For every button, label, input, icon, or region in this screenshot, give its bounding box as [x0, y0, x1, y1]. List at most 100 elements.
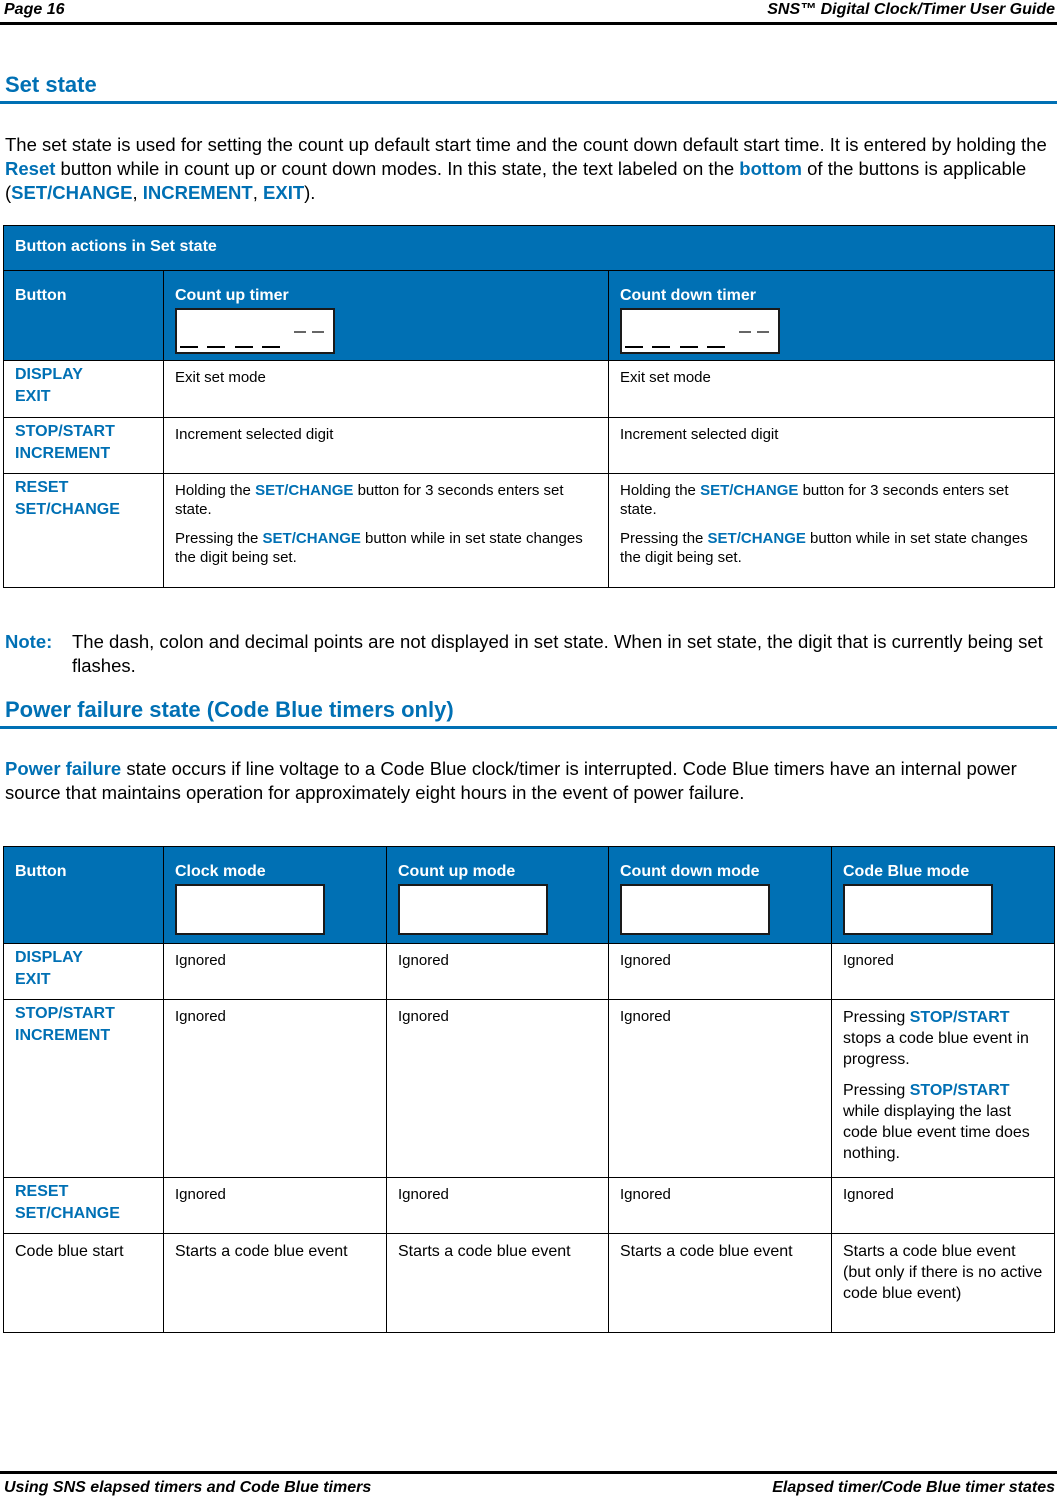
column-header-label: Clock mode	[175, 863, 266, 880]
clock-mode-cell: Ignored	[163, 943, 387, 1000]
button-name: SET/CHANGE	[15, 501, 120, 518]
button-name: RESET	[15, 479, 69, 496]
count-up-cell: Holding the SET/CHANGE button for 3 seco…	[163, 473, 609, 588]
count-up-cell: Increment selected digit	[163, 417, 609, 474]
count-down-mode-cell: Ignored	[608, 1177, 832, 1234]
code-blue-mode-cell: Ignored	[831, 1177, 1055, 1234]
keyword-set-change: SET/CHANGE	[700, 482, 799, 499]
page-number: Page 16	[4, 1, 65, 18]
page-footer: Using SNS elapsed timers and Code Blue t…	[0, 1471, 1057, 1499]
button-cell: Code blue start	[3, 1233, 164, 1333]
power-failure-intro: Power failure state occurs if line volta…	[5, 757, 1050, 805]
code-blue-mode-cell: Ignored	[831, 943, 1055, 1000]
column-header-label: Count down mode	[620, 863, 760, 880]
set-state-heading: Set state	[0, 72, 1057, 104]
text-run: The set state is used for setting the co…	[5, 134, 1047, 155]
button-cell: DISPLAY EXIT	[3, 943, 164, 1000]
button-name: INCREMENT	[15, 1027, 111, 1044]
table-row: Code blue start Starts a code blue event…	[3, 1233, 1055, 1333]
keyword-set-change: SET/CHANGE	[11, 182, 133, 203]
button-cell: RESET SET/CHANGE	[3, 1177, 164, 1234]
lcd-display-icon	[175, 884, 325, 935]
column-header-label: Code Blue mode	[843, 863, 970, 880]
cell-paragraph: Pressing STOP/START stops a code blue ev…	[843, 1007, 1044, 1070]
count-up-mode-cell: Ignored	[386, 1177, 609, 1234]
power-failure-table: Button Clock mode Count up mode Count do…	[3, 846, 1055, 1333]
button-name: SET/CHANGE	[15, 1205, 120, 1222]
column-header-clock-mode: Clock mode	[163, 846, 387, 944]
table-header-row: Button Count up timer Count down timer	[3, 270, 1056, 361]
count-down-cell: Increment selected digit	[607, 417, 1056, 474]
column-header-label: Count up timer	[175, 287, 289, 304]
lcd-display-icon	[175, 308, 335, 354]
guide-title: SNS™ Digital Clock/Timer User Guide	[767, 1, 1055, 18]
button-name: EXIT	[15, 971, 51, 988]
count-up-mode-cell: Ignored	[386, 999, 609, 1178]
lcd-display-icon	[620, 884, 770, 935]
count-down-mode-cell: Ignored	[608, 999, 832, 1178]
column-header-count-down-mode: Count down mode	[608, 846, 832, 944]
table-caption-row: Button actions in Set state	[2, 225, 1056, 271]
column-header-count-up-mode: Count up mode	[386, 846, 609, 944]
footer-chapter: Using SNS elapsed timers and Code Blue t…	[4, 1479, 372, 1496]
column-header-label: Count up mode	[398, 863, 516, 880]
table-header-row: Button Clock mode Count up mode Count do…	[3, 846, 1055, 944]
keyword-stop-start: STOP/START	[909, 1009, 1010, 1026]
text-run: Pressing	[843, 1009, 910, 1026]
column-header-count-down: Count down timer	[607, 270, 1056, 361]
column-header-count-up: Count up timer	[163, 270, 609, 361]
text-run: button while in count up or count down m…	[55, 158, 740, 179]
code-blue-mode-cell: Starts a code blue event (but only if th…	[831, 1233, 1055, 1333]
cell-paragraph: Pressing the SET/CHANGE button while in …	[175, 529, 598, 567]
table-row: STOP/START INCREMENT Increment selected d…	[3, 417, 1056, 474]
cell-paragraph: Pressing the SET/CHANGE button while in …	[620, 529, 1044, 567]
text-run: ,	[132, 182, 143, 203]
column-header-label: Count down timer	[620, 287, 756, 304]
keyword-stop-start: STOP/START	[909, 1082, 1010, 1099]
button-name: DISPLAY	[15, 949, 83, 966]
button-name: DISPLAY	[15, 366, 83, 383]
keyword-set-change: SET/CHANGE	[262, 530, 361, 547]
keyword-set-change: SET/CHANGE	[707, 530, 806, 547]
keyword-power-failure: Power failure	[5, 758, 122, 779]
power-failure-heading: Power failure state (Code Blue timers on…	[0, 697, 1057, 729]
count-down-cell: Holding the SET/CHANGE button for 3 seco…	[607, 473, 1056, 588]
text-run: while displaying the last code blue even…	[843, 1103, 1030, 1162]
note: Note: The dash, colon and decimal points…	[5, 630, 1050, 678]
table-row: DISPLAY EXIT Ignored Ignored Ignored Igno…	[3, 943, 1055, 1000]
lcd-display-icon	[398, 884, 548, 935]
cell-paragraph: Pressing STOP/START while displaying the…	[843, 1080, 1044, 1164]
button-cell: DISPLAY EXIT	[3, 360, 164, 418]
count-up-mode-cell: Ignored	[386, 943, 609, 1000]
code-blue-mode-cell: Pressing STOP/START stops a code blue ev…	[831, 999, 1055, 1178]
button-name: RESET	[15, 1183, 69, 1200]
button-cell: RESET SET/CHANGE	[3, 473, 164, 588]
count-up-cell: Exit set mode	[163, 360, 609, 418]
clock-mode-cell: Ignored	[163, 999, 387, 1178]
table-row: RESET SET/CHANGE Holding the SET/CHANGE b…	[3, 473, 1056, 588]
column-header-button: Button	[3, 846, 164, 944]
column-header-code-blue-mode: Code Blue mode	[831, 846, 1055, 944]
clock-mode-cell: Starts a code blue event	[163, 1233, 387, 1333]
table-row: DISPLAY EXIT Exit set mode Exit set mode	[3, 360, 1056, 418]
button-name: STOP/START	[15, 423, 115, 440]
cell-paragraph: Holding the SET/CHANGE button for 3 seco…	[175, 481, 598, 519]
button-name: EXIT	[15, 388, 51, 405]
count-down-mode-cell: Starts a code blue event	[608, 1233, 832, 1333]
button-name: INCREMENT	[15, 445, 111, 462]
note-text: The dash, colon and decimal points are n…	[72, 631, 1043, 676]
text-run: Holding the	[175, 482, 256, 499]
text-run: ).	[304, 182, 316, 203]
keyword-exit: EXIT	[263, 182, 305, 203]
keyword-increment: INCREMENT	[142, 182, 253, 203]
table-row: RESET SET/CHANGE Ignored Ignored Ignored …	[3, 1177, 1055, 1234]
button-cell: STOP/START INCREMENT	[3, 999, 164, 1178]
clock-mode-cell: Ignored	[163, 1177, 387, 1234]
footer-section: Elapsed timer/Code Blue timer states	[772, 1479, 1055, 1496]
count-down-mode-cell: Ignored	[608, 943, 832, 1000]
button-name: STOP/START	[15, 1005, 115, 1022]
keyword-reset: Reset	[5, 158, 56, 179]
button-cell: STOP/START INCREMENT	[3, 417, 164, 474]
text-run: Pressing	[843, 1082, 910, 1099]
keyword-bottom: bottom	[739, 158, 802, 179]
